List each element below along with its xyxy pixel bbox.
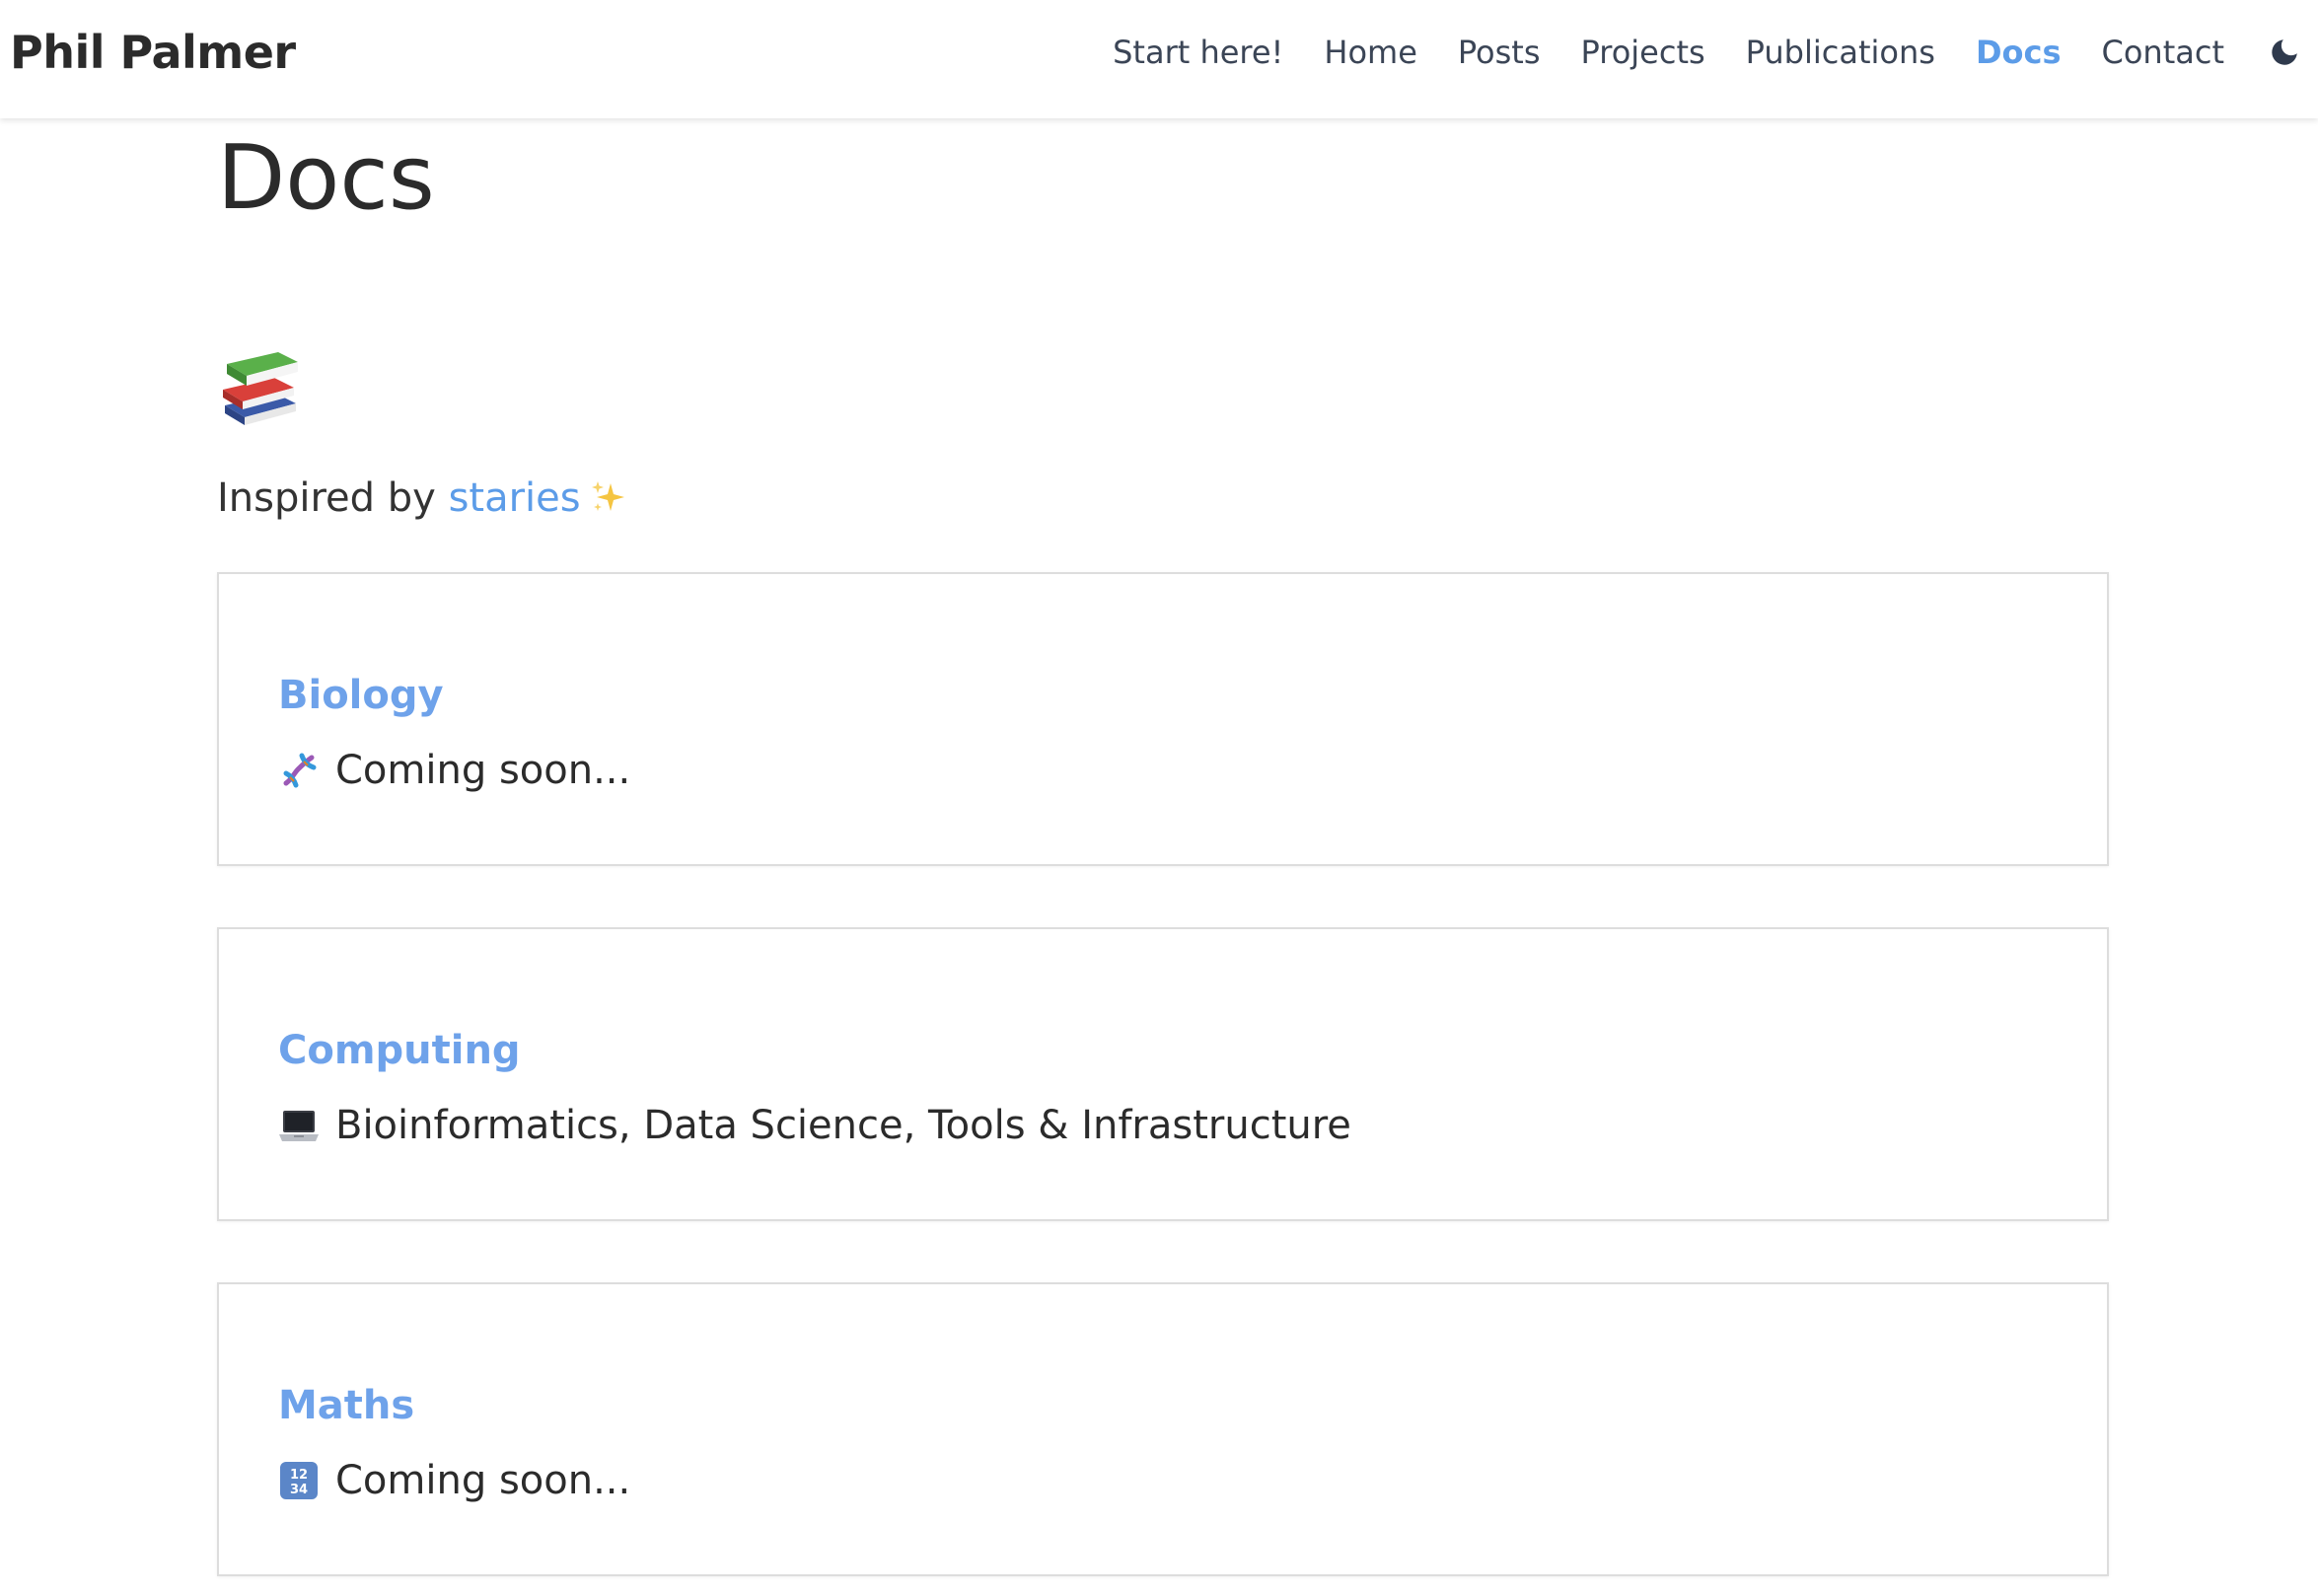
nav-item-contact[interactable]: Contact (2102, 34, 2225, 71)
card-title-maths[interactable]: Maths (278, 1383, 414, 1428)
nav-item-publications[interactable]: Publications (1746, 34, 1935, 71)
card-description-text: Coming soon... (335, 1458, 631, 1503)
card-title-biology[interactable]: Biology (278, 673, 444, 718)
doc-card-computing[interactable]: Computing Bioinformatics, Data Science, … (217, 927, 2109, 1221)
nav-item-projects[interactable]: Projects (1581, 34, 1705, 71)
top-navbar: Phil Palmer Start here! Home Posts Proje… (0, 0, 2318, 118)
moon-icon (2272, 39, 2297, 65)
card-description-computing: Bioinformatics, Data Science, Tools & In… (278, 1103, 1351, 1148)
card-title-computing[interactable]: Computing (278, 1028, 521, 1073)
site-brand-link[interactable]: Phil Palmer (10, 26, 296, 79)
theme-toggle-button[interactable] (2265, 33, 2304, 72)
nav-item-start-here[interactable]: Start here! (1113, 34, 1283, 71)
nav-item-home[interactable]: Home (1324, 34, 1417, 71)
inspired-by-text: Inspired by (217, 475, 436, 521)
nav-item-docs[interactable]: Docs (1976, 34, 2062, 71)
staries-link[interactable]: staries (449, 475, 581, 521)
card-description-maths: 12 34 Coming soon... (278, 1458, 630, 1503)
sparkles-icon (591, 481, 624, 511)
books-icon (223, 352, 298, 425)
nav-item-posts[interactable]: Posts (1458, 34, 1541, 71)
svg-text:12: 12 (290, 1468, 308, 1483)
dna-icon (283, 753, 317, 788)
inspired-by-line: Inspired by staries (217, 475, 628, 521)
nav-links: Start here! Home Posts Projects Publicat… (1113, 33, 2318, 72)
laptop-icon (279, 1111, 319, 1141)
svg-text:34: 34 (290, 1483, 308, 1497)
page-title: Docs (217, 126, 435, 230)
numbers-icon: 12 34 (280, 1462, 318, 1499)
card-description-text: Bioinformatics, Data Science, Tools & In… (335, 1103, 1351, 1148)
card-description-biology: Coming soon... (278, 748, 630, 793)
card-description-text: Coming soon... (335, 748, 631, 793)
doc-card-biology[interactable]: Biology Coming soon... (217, 572, 2109, 866)
doc-card-maths[interactable]: Maths 12 34 Coming soon... (217, 1282, 2109, 1576)
